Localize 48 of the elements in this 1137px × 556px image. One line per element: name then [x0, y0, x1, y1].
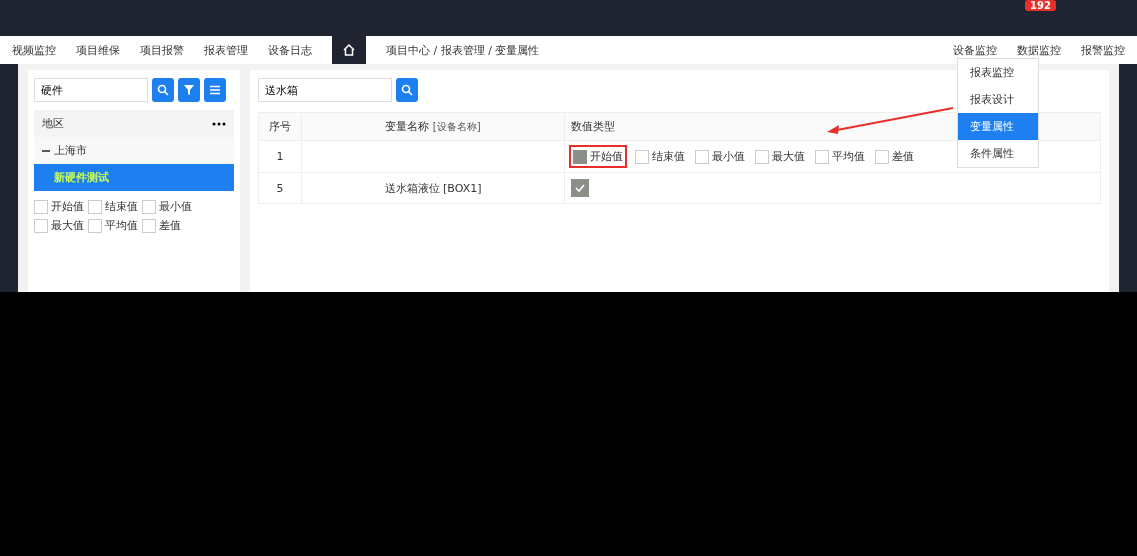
menu-item[interactable]: 条件属性 — [958, 140, 1038, 167]
search-icon — [157, 84, 169, 96]
breadcrumb: 项目中心 / 报表管理 / 变量属性 — [386, 42, 540, 58]
more-icon[interactable] — [212, 121, 226, 126]
nav-link[interactable]: 设备日志 — [268, 42, 312, 58]
check-icon — [574, 182, 586, 194]
nav-link[interactable]: 视频监控 — [12, 42, 56, 58]
nav-link[interactable]: 设备监控 — [953, 42, 997, 58]
menu-item[interactable]: 报表设计 — [958, 86, 1038, 113]
checkbox-option[interactable]: 最小值 — [142, 199, 192, 214]
menu-button[interactable] — [204, 78, 226, 102]
menu-item[interactable]: 变量属性 — [958, 113, 1038, 140]
checkbox-option[interactable]: 结束值 — [88, 199, 138, 214]
search-field[interactable]: 送水箱 — [258, 78, 392, 102]
checkbox-option[interactable]: 开始值 — [571, 147, 625, 166]
notification-badge: 192 — [1025, 0, 1056, 11]
table-cell: 5 — [258, 172, 302, 204]
nav-link[interactable]: 项目报警 — [140, 42, 184, 58]
home-icon — [342, 43, 356, 57]
checkbox-option[interactable]: 最大值 — [755, 147, 805, 166]
checkbox-option[interactable]: 差值 — [142, 218, 181, 233]
checkbox-option[interactable]: 结束值 — [635, 147, 685, 166]
filter-button[interactable] — [178, 78, 200, 102]
search-button[interactable] — [152, 78, 174, 102]
section-title: 地区 — [42, 116, 64, 131]
checkbox-option[interactable]: 最大值 — [34, 218, 84, 233]
table-cell: 送水箱液位 [BOX1] — [301, 172, 565, 204]
search-button[interactable] — [396, 78, 418, 102]
checkbox[interactable] — [571, 179, 589, 197]
checkbox-option[interactable]: 开始值 — [34, 199, 84, 214]
checkbox-option[interactable]: 差值 — [875, 147, 914, 166]
nav-link[interactable]: 报警监控 — [1081, 42, 1125, 58]
column-header: 序号 — [258, 112, 302, 141]
home-tab[interactable] — [332, 36, 366, 64]
filter-icon — [183, 84, 195, 96]
checkbox-option[interactable]: 最小值 — [695, 147, 745, 166]
search-field[interactable]: 硬件 — [34, 78, 148, 102]
nav-link[interactable]: 项目维保 — [76, 42, 120, 58]
menu-icon — [209, 84, 221, 96]
nav-link[interactable]: 数据监控 — [1017, 42, 1061, 58]
nav-link[interactable]: 报表管理 — [204, 42, 248, 58]
checkbox-option[interactable]: 平均值 — [815, 147, 865, 166]
table-cell: 1 — [258, 140, 302, 173]
tree-item[interactable]: 上海市 — [34, 137, 234, 164]
menu-item[interactable]: 报表监控 — [958, 59, 1038, 86]
search-icon — [401, 84, 413, 96]
checkbox-option[interactable]: 平均值 — [88, 218, 138, 233]
column-header: 变量名称 [设备名称] — [301, 112, 565, 141]
